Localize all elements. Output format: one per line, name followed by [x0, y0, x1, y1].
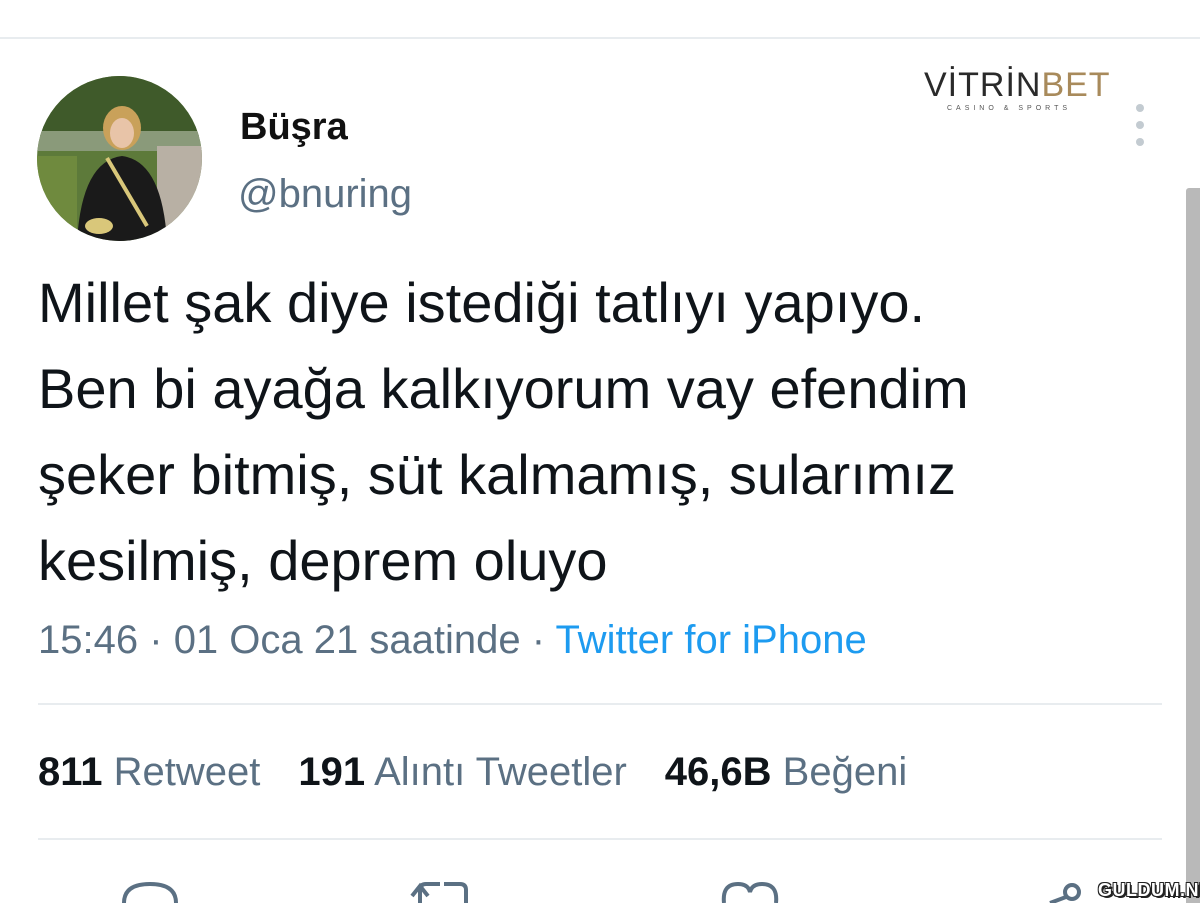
brand-watermark: VİTRİNBET CASINO & SPORTS [924, 66, 1111, 113]
meta-separator: · [149, 618, 163, 662]
retweet-count: 811 [38, 750, 103, 794]
tweet-meta: 15:46 · 01 Oca 21 saatinde · Twitter for… [38, 614, 867, 666]
retweet-label: Retweet [113, 750, 261, 794]
likes-count: 46,6B [664, 750, 772, 794]
tweet-text: Millet şak diye istediği tatlıyı yapıyo.… [38, 271, 969, 592]
display-name[interactable]: Büşra [240, 104, 348, 150]
tweet-time[interactable]: 15:46 [38, 618, 138, 662]
avatar[interactable] [37, 76, 202, 241]
divider [38, 838, 1162, 840]
top-divider [0, 37, 1200, 39]
site-watermark: GULDUM.NET [1098, 880, 1200, 900]
likes-stat[interactable]: 46,6B Beğeni [665, 746, 907, 798]
divider [38, 703, 1162, 705]
more-dot-icon [1136, 104, 1144, 112]
scrollbar[interactable] [1186, 188, 1200, 903]
likes-label: Beğeni [782, 750, 908, 794]
quote-tweets-stat[interactable]: 191 Alıntı Tweetler [298, 746, 626, 798]
user-handle[interactable]: @bnuring [238, 170, 412, 218]
retweet-icon[interactable] [410, 880, 474, 903]
tweet-stats: 811 Retweet 191 Alıntı Tweetler 46,6B Be… [38, 746, 945, 798]
share-icon[interactable] [1040, 880, 1090, 903]
tweet-source-link[interactable]: Twitter for iPhone [555, 618, 866, 662]
like-icon[interactable] [718, 880, 782, 903]
meta-separator: · [531, 618, 546, 662]
quote-count: 191 [298, 750, 366, 794]
reply-icon[interactable] [118, 880, 182, 903]
retweet-stat[interactable]: 811 Retweet [38, 746, 260, 798]
avatar-photo [37, 76, 202, 241]
watermark-tagline: CASINO & SPORTS [946, 105, 1072, 112]
watermark-logo: VİTRİNBET [924, 66, 1111, 104]
more-options-button[interactable] [1128, 104, 1152, 146]
more-dot-icon [1136, 138, 1144, 146]
tweet-date[interactable]: 01 Oca 21 saatinde [174, 618, 521, 662]
more-dot-icon [1136, 121, 1144, 129]
quote-label: Alıntı Tweetler [374, 750, 627, 794]
